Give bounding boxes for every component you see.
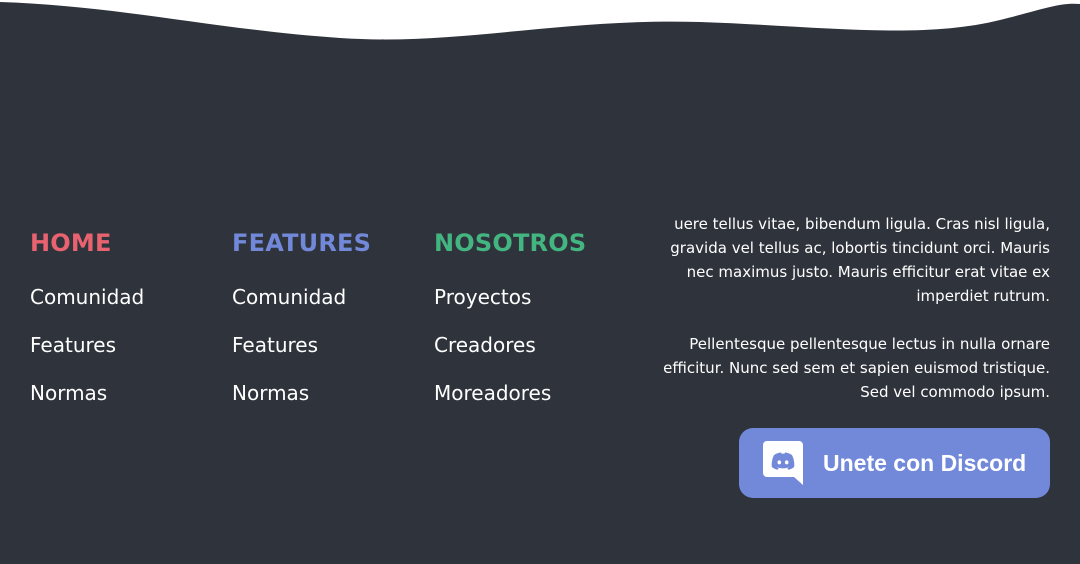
link-nosotros-moreadores[interactable]: Moreadores — [434, 380, 586, 406]
link-nosotros-proyectos[interactable]: Proyectos — [434, 284, 586, 310]
discord-icon — [763, 441, 803, 485]
about-paragraph-1: uere tellus vitae, bibendum ligula. Cras… — [670, 215, 1050, 305]
top-wave-divider — [0, 0, 1080, 40]
link-features-normas[interactable]: Normas — [232, 380, 371, 406]
footer: HOME Comunidad Features Normas FEATURES … — [0, 0, 1080, 564]
link-home-normas[interactable]: Normas — [30, 380, 144, 406]
link-home-features[interactable]: Features — [30, 332, 144, 358]
column-title-home: HOME — [30, 229, 112, 257]
link-features-comunidad[interactable]: Comunidad — [232, 284, 371, 310]
about-text: uere tellus vitae, bibendum ligula. Cras… — [660, 212, 1050, 428]
about-paragraph-2: Pellentesque pellentesque lectus in null… — [663, 335, 1050, 401]
link-nosotros-creadores[interactable]: Creadores — [434, 332, 586, 358]
column-title-nosotros: NOSOTROS — [434, 229, 587, 257]
footer-column-nosotros: NOSOTROS Proyectos Creadores Moreadores — [434, 226, 586, 428]
column-title-features: FEATURES — [232, 229, 372, 257]
footer-column-home: HOME Comunidad Features Normas — [30, 226, 144, 428]
link-home-comunidad[interactable]: Comunidad — [30, 284, 144, 310]
footer-column-features: FEATURES Comunidad Features Normas — [232, 226, 371, 428]
link-features-features[interactable]: Features — [232, 332, 371, 358]
discord-button-label: Unete con Discord — [823, 449, 1027, 476]
discord-join-button[interactable]: Unete con Discord — [739, 428, 1050, 498]
